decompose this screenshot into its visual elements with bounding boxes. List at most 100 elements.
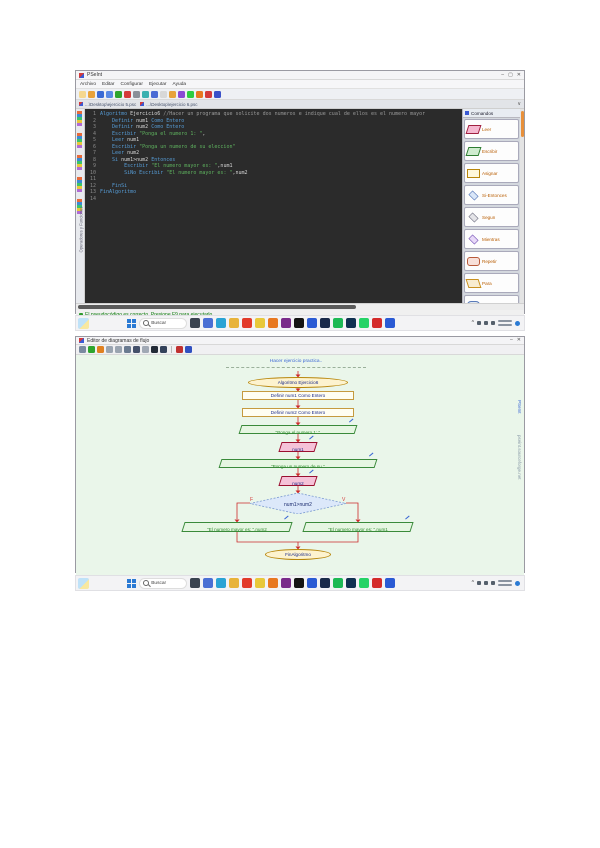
- zoom-fit-icon[interactable]: [124, 346, 131, 353]
- flow-node-write-prompt2[interactable]: "Ponga un numero de su ": [219, 459, 378, 468]
- battery-icon[interactable]: [491, 321, 495, 325]
- command-segun[interactable]: Segun: [464, 207, 519, 227]
- flow-node-end[interactable]: FinAlgoritmo: [265, 549, 331, 560]
- wifi-icon[interactable]: [477, 321, 481, 325]
- taskbar-app-chrome[interactable]: [255, 578, 265, 588]
- flow-node-define-num2[interactable]: Definir num2 Como Entero: [242, 408, 354, 417]
- save-as-icon[interactable]: [106, 91, 113, 98]
- wifi-icon[interactable]: [477, 581, 481, 585]
- taskbar-app-monkeytype[interactable]: [281, 318, 291, 328]
- start-button[interactable]: [127, 319, 136, 328]
- code-line[interactable]: 14: [85, 196, 462, 203]
- notification-badge[interactable]: [515, 321, 520, 326]
- command-repetir[interactable]: Repetir: [464, 251, 519, 271]
- flow-node-define-num1[interactable]: Definir num1 Como Entero: [242, 391, 354, 400]
- taskbar-app-spotify[interactable]: [333, 578, 343, 588]
- command-asignar[interactable]: Asignar: [464, 163, 519, 183]
- taskbar-app-edge[interactable]: [216, 578, 226, 588]
- close-button[interactable]: ✕: [517, 338, 521, 343]
- operators-side-tab[interactable]: Operadores y Funciones: [76, 109, 85, 303]
- command-escribir[interactable]: Escribir: [464, 141, 519, 161]
- flow-node-start[interactable]: Algoritmo Ejercicio6: [248, 377, 348, 388]
- replace-icon[interactable]: [169, 91, 176, 98]
- close-button[interactable]: ✕: [517, 73, 521, 78]
- step-icon[interactable]: [97, 346, 104, 353]
- flow-node-condition[interactable]: num1>num2: [250, 493, 346, 514]
- taskbar-app-opera[interactable]: [242, 578, 252, 588]
- flow-node-output-true[interactable]: "El numero mayor es: ",num1: [302, 522, 413, 532]
- command-para[interactable]: Para: [464, 273, 519, 293]
- paste-icon[interactable]: [151, 91, 158, 98]
- zoom-in-icon[interactable]: [115, 346, 122, 353]
- command-si-entonces[interactable]: Si-Entonces: [464, 185, 519, 205]
- battery-icon[interactable]: [491, 581, 495, 585]
- taskbar-app-file-explorer[interactable]: [190, 318, 200, 328]
- tab-ejercicio-5[interactable]: ...\Desktop\ejercicio 5.psc: [79, 102, 136, 107]
- flow-node-read-num2[interactable]: num2: [278, 476, 317, 486]
- menu-ayuda[interactable]: Ayuda: [173, 82, 187, 87]
- cut-icon[interactable]: [133, 91, 140, 98]
- run-icon[interactable]: [187, 91, 194, 98]
- weather-widget-icon[interactable]: [78, 578, 89, 589]
- commands-scrollbar[interactable]: [520, 109, 524, 303]
- taskbar-app-whatsapp[interactable]: [359, 578, 369, 588]
- taskbar-app-whatsapp[interactable]: [359, 318, 369, 328]
- taskbar-app-photoshop[interactable]: [346, 318, 356, 328]
- maximize-button[interactable]: ▢: [508, 73, 513, 78]
- taskbar-app-opera[interactable]: [242, 318, 252, 328]
- taskbar-app-folder[interactable]: [229, 578, 239, 588]
- tab-ejercicio-6[interactable]: ...\Desktop\ejercicio 6.psc: [140, 102, 197, 107]
- tray-chevron-icon[interactable]: ^: [472, 580, 474, 586]
- flowchart-icon[interactable]: [214, 91, 221, 98]
- weather-widget-icon[interactable]: [78, 318, 89, 329]
- taskbar-app-edge[interactable]: [216, 318, 226, 328]
- command-funcion[interactable]: Funcion: [464, 295, 519, 303]
- cursor-icon[interactable]: [133, 346, 140, 353]
- taskbar-app-netflix[interactable]: [294, 578, 304, 588]
- menu-editar[interactable]: Editar: [102, 82, 115, 87]
- taskbar-app-terminal[interactable]: [320, 578, 330, 588]
- text-size-icon[interactable]: [151, 346, 158, 353]
- flow-node-output-false[interactable]: "El numero mayor es: ",num2: [181, 522, 292, 532]
- new-file-icon[interactable]: [79, 91, 86, 98]
- taskbar-app-pseint[interactable]: [372, 578, 382, 588]
- edit-true-icon[interactable]: [176, 346, 183, 353]
- clock-widget[interactable]: [498, 320, 512, 327]
- taskbar-app-pseint[interactable]: [372, 318, 382, 328]
- taskbar-search[interactable]: Buscar: [139, 578, 187, 589]
- tab-list-chevron-icon[interactable]: ∨: [517, 101, 521, 107]
- run-icon[interactable]: [88, 346, 95, 353]
- open-file-icon[interactable]: [88, 91, 95, 98]
- taskbar-app-folder[interactable]: [229, 318, 239, 328]
- taskbar-app-monkeytype[interactable]: [281, 578, 291, 588]
- taskbar-app-office[interactable]: [268, 578, 278, 588]
- edit-false-icon[interactable]: [185, 346, 192, 353]
- stop-icon[interactable]: [205, 91, 212, 98]
- taskbar-app-word[interactable]: [385, 318, 395, 328]
- minimize-button[interactable]: –: [510, 338, 513, 343]
- step-run-icon[interactable]: [196, 91, 203, 98]
- volume-icon[interactable]: [484, 581, 488, 585]
- editor-horizontal-scrollbar[interactable]: [76, 303, 524, 310]
- taskbar-app-word-docs[interactable]: [307, 318, 317, 328]
- taskbar-search[interactable]: Buscar: [139, 318, 187, 329]
- taskbar-app-teams[interactable]: [203, 318, 213, 328]
- export-icon[interactable]: [79, 346, 86, 353]
- start-button[interactable]: [127, 579, 136, 588]
- undo-icon[interactable]: [115, 91, 122, 98]
- redo-icon[interactable]: [124, 91, 131, 98]
- copy-icon[interactable]: [142, 91, 149, 98]
- volume-icon[interactable]: [484, 321, 488, 325]
- save-icon[interactable]: [97, 91, 104, 98]
- taskbar-app-office[interactable]: [268, 318, 278, 328]
- taskbar-app-terminal[interactable]: [320, 318, 330, 328]
- command-mientras[interactable]: Mientras: [464, 229, 519, 249]
- taskbar-app-spotify[interactable]: [333, 318, 343, 328]
- command-leer[interactable]: Leer: [464, 119, 519, 139]
- code-editor[interactable]: 1Algoritmo Ejercicio6 //Hacer un program…: [85, 109, 462, 303]
- syntax-check-icon[interactable]: [178, 91, 185, 98]
- taskbar-app-word-docs[interactable]: [307, 578, 317, 588]
- menu-configurar[interactable]: Configurar: [121, 82, 143, 87]
- taskbar-app-chrome[interactable]: [255, 318, 265, 328]
- tray-chevron-icon[interactable]: ^: [472, 320, 474, 326]
